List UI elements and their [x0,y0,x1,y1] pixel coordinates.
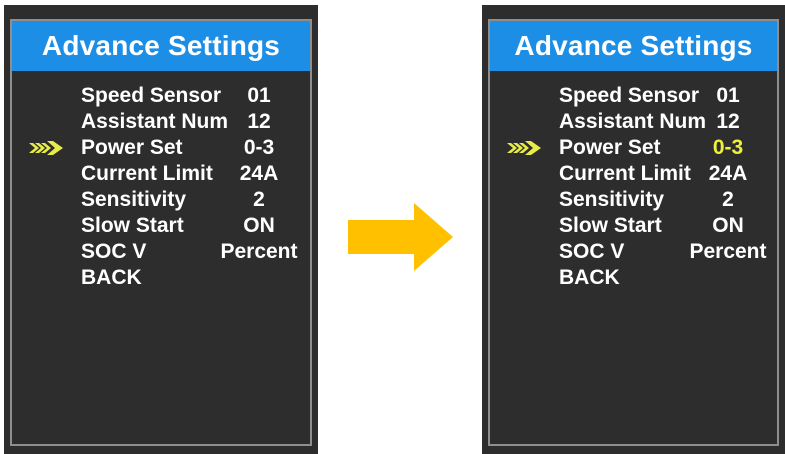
menu-item-power-set[interactable]: Power Set 0-3 [4,135,318,161]
menu-item-label: BACK [559,266,620,289]
menu-item-label: Power Set [81,136,183,159]
menu-item-power-set[interactable]: Power Set 0-3 [482,135,785,161]
menu-item-value-editing[interactable]: 0-3 [678,135,778,161]
selection-pointer-icon [29,141,63,155]
menu-item-value: 2 [253,188,265,211]
menu-item-label: Slow Start [81,214,184,237]
menu-item-value: Percent [689,240,767,263]
menu-item-value: ON [712,214,744,237]
menu-item-label: Speed Sensor [81,84,222,107]
menu-item-value: 24A [239,162,279,185]
menu-item-assistant-num[interactable]: Assistant Num 12 [4,109,318,135]
menu-item-label: Sensitivity [81,188,187,211]
right-arrow-icon [348,203,453,271]
menu-item-value: 01 [716,84,740,107]
settings-menu: Speed Sensor 01 Assistant Num 12 Power S… [4,83,318,291]
selection-pointer-icon [507,141,541,155]
menu-item-value: 12 [716,110,740,133]
settings-screen-after: Advance Settings Speed Sensor 01 Assista… [482,5,785,454]
menu-item-sensitivity[interactable]: Sensitivity 2 [4,187,318,213]
menu-item-soc-v[interactable]: SOC V Percent [482,239,785,265]
menu-item-label: Current Limit [81,162,213,185]
screen-title: Advance Settings [490,21,777,71]
menu-item-value: ON [243,214,275,237]
menu-item-soc-v[interactable]: SOC V Percent [4,239,318,265]
menu-item-slow-start[interactable]: Slow Start ON [482,213,785,239]
menu-item-current-limit[interactable]: Current Limit 24A [4,161,318,187]
menu-item-label: BACK [81,266,142,289]
menu-item-assistant-num[interactable]: Assistant Num 12 [482,109,785,135]
menu-item-label: SOC V [81,240,147,263]
menu-item-speed-sensor[interactable]: Speed Sensor 01 [4,83,318,109]
menu-item-value: 01 [247,84,271,107]
menu-item-value: 0-3 [243,136,275,159]
menu-item-value: Percent [220,240,298,263]
menu-item-label: Sensitivity [559,188,665,211]
menu-item-label: Slow Start [559,214,662,237]
menu-item-current-limit[interactable]: Current Limit 24A [482,161,785,187]
menu-item-back[interactable]: BACK [4,265,318,291]
menu-item-label: Current Limit [559,162,691,185]
menu-item-slow-start[interactable]: Slow Start ON [4,213,318,239]
menu-item-value: 24A [708,162,748,185]
menu-item-sensitivity[interactable]: Sensitivity 2 [482,187,785,213]
settings-screen-before: Advance Settings Speed Sensor 01 Assista… [4,5,318,454]
menu-item-label: SOC V [559,240,625,263]
menu-item-back[interactable]: BACK [482,265,785,291]
menu-item-value: 12 [247,110,271,133]
menu-item-speed-sensor[interactable]: Speed Sensor 01 [482,83,785,109]
screen-title: Advance Settings [12,21,310,71]
settings-menu: Speed Sensor 01 Assistant Num 12 Power S… [482,83,785,291]
menu-item-label: Power Set [559,136,661,159]
menu-item-value: 2 [722,188,734,211]
